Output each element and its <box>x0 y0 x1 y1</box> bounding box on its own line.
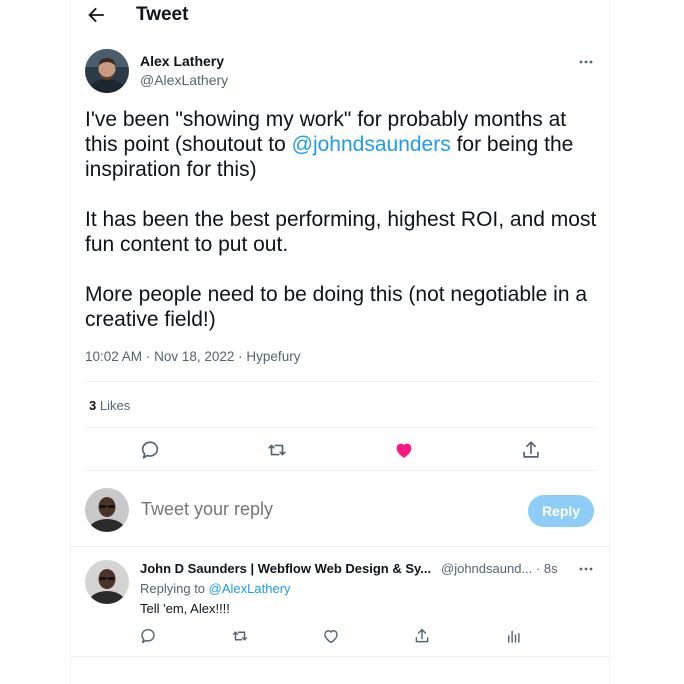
reply-author-handle-group: @johndsaund... · 8s <box>441 561 558 576</box>
analytics-icon[interactable] <box>505 627 523 645</box>
likes-label: Likes <box>99 398 131 413</box>
likes-count[interactable]: 3 Likes <box>89 398 130 413</box>
meta-separator: · <box>238 349 243 364</box>
replying-to-mention[interactable]: @AlexLathery <box>209 581 291 596</box>
tweet-source[interactable]: Hypefury <box>246 349 300 364</box>
arrow-left-icon[interactable] <box>85 4 107 26</box>
meta-separator: · <box>535 561 541 576</box>
more-options-icon[interactable] <box>577 53 595 71</box>
tweet-paragraph: I've been "showing my work" for probably… <box>85 107 597 182</box>
current-user-avatar[interactable] <box>85 488 129 532</box>
tweet-text: I've been "showing my work" for probably… <box>85 107 597 332</box>
tweet-paragraph: More people need to be doing this (not n… <box>85 283 588 331</box>
tweet-paragraph: It has been the best performing, highest… <box>85 208 597 256</box>
author-name[interactable]: Alex Lathery <box>140 53 224 69</box>
likes-number: 3 <box>89 398 97 413</box>
tweet-date[interactable]: Nov 18, 2022 <box>154 349 234 364</box>
heart-filled-icon[interactable] <box>393 439 415 461</box>
reply-button[interactable]: Reply <box>528 495 594 527</box>
replying-to-prefix: Replying to <box>140 581 206 596</box>
reply-age[interactable]: 8s <box>544 561 558 576</box>
reply-author-avatar[interactable] <box>85 560 129 604</box>
author-avatar[interactable] <box>85 49 129 93</box>
page-header: Tweet <box>71 0 611 32</box>
tweet-time[interactable]: 10:02 AM <box>85 349 142 364</box>
reply-icon[interactable] <box>139 627 157 645</box>
divider <box>71 546 611 547</box>
replying-to: Replying to @AlexLathery <box>140 581 291 596</box>
reply-author-handle[interactable]: @johndsaund... <box>441 561 532 576</box>
meta-separator: · <box>145 349 151 364</box>
share-icon[interactable] <box>413 627 431 645</box>
page-title: Tweet <box>136 4 189 25</box>
reply-text: Tell 'em, Alex!!!! <box>140 601 230 616</box>
more-options-icon[interactable] <box>577 560 595 578</box>
reply-input[interactable] <box>141 499 471 520</box>
retweet-icon[interactable] <box>266 439 288 461</box>
mention-link[interactable]: @johndsaunders <box>292 133 451 156</box>
retweet-icon[interactable] <box>231 627 249 645</box>
divider <box>85 427 597 428</box>
divider <box>85 470 597 471</box>
reply-icon[interactable] <box>139 439 161 461</box>
tweet-metadata: 10:02 AM · Nov 18, 2022 · Hypefury <box>85 349 300 364</box>
heart-outline-icon[interactable] <box>322 627 340 645</box>
tweet-detail-column: Tweet Alex Lathery @AlexLathery I've bee… <box>70 0 611 684</box>
divider <box>85 381 597 382</box>
share-icon[interactable] <box>520 439 542 461</box>
reply-author-name[interactable]: John D Saunders | Webflow Web Design & S… <box>140 561 431 576</box>
author-handle[interactable]: @AlexLathery <box>140 72 228 88</box>
divider <box>71 656 611 657</box>
